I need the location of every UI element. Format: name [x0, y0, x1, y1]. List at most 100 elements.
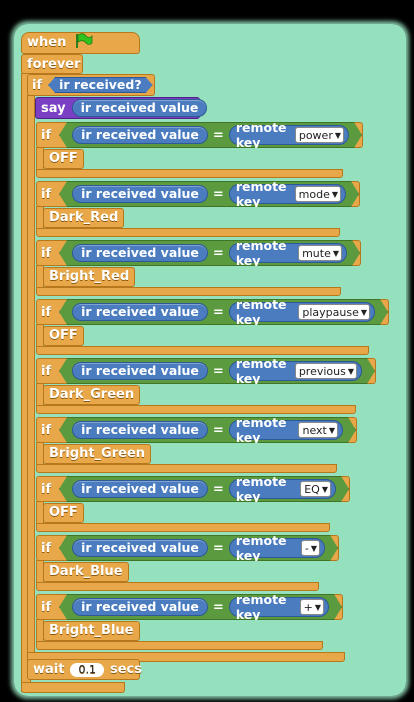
- remote-key-dropdown[interactable]: mute ▼: [298, 245, 342, 261]
- green-flag-icon: [75, 33, 93, 48]
- when-label: when: [27, 35, 67, 50]
- equals-sign: =: [212, 540, 224, 556]
- if-bottom-bar: [36, 523, 330, 532]
- remote-key-dropdown[interactable]: mode ▼: [295, 186, 341, 202]
- command-label: OFF: [49, 328, 78, 343]
- equals-operator[interactable]: ir received value = remote key EQ ▼: [59, 476, 349, 502]
- outer-if-label: if: [32, 77, 43, 93]
- if-bottom-bar: [36, 582, 319, 591]
- command-label: Bright_Green: [49, 446, 146, 461]
- if-block[interactable]: if ir received value = remote key playpa…: [36, 299, 389, 325]
- if-bottom-bar: [36, 228, 340, 237]
- set-color-command-block[interactable]: Dark_Red: [43, 208, 125, 228]
- ir-received-condition[interactable]: ir received?: [48, 77, 152, 93]
- if-label: if: [41, 304, 52, 320]
- equals-operator[interactable]: ir received value = remote key - ▼: [59, 535, 338, 561]
- remote-key-reporter[interactable]: remote key power ▼: [229, 125, 349, 145]
- if-label: if: [41, 363, 52, 379]
- remote-key-reporter[interactable]: remote key EQ ▼: [229, 479, 336, 499]
- equals-operator[interactable]: ir received value = remote key power ▼: [59, 122, 362, 148]
- if-block[interactable]: if ir received value = remote key mute ▼: [36, 240, 361, 266]
- remote-key-dropdown[interactable]: power ▼: [295, 127, 344, 143]
- if-block[interactable]: if ir received value = remote key next ▼: [36, 417, 357, 443]
- ir-received-value-reporter[interactable]: ir received value: [72, 303, 208, 321]
- dropdown-arrow-icon: ▼: [321, 484, 328, 494]
- command-label: Dark_Blue: [49, 564, 123, 579]
- secs-label: secs: [109, 661, 142, 677]
- if-label: if: [41, 599, 52, 615]
- wait-block[interactable]: wait 0.1 secs: [27, 659, 142, 680]
- set-color-command-block[interactable]: Bright_Blue: [43, 621, 140, 641]
- set-color-command-block[interactable]: Dark_Green: [43, 385, 141, 405]
- dropdown-arrow-icon: ▼: [314, 602, 321, 612]
- dropdown-arrow-icon: ▼: [347, 366, 354, 376]
- ir-received-value-reporter[interactable]: ir received value: [72, 185, 208, 203]
- ir-received-value-reporter[interactable]: ir received value: [72, 421, 208, 439]
- if-block[interactable]: if ir received value = remote key - ▼: [36, 535, 339, 561]
- say-block[interactable]: say ir received value: [35, 97, 208, 119]
- if-label: if: [41, 481, 52, 497]
- remote-key-reporter[interactable]: remote key previous ▼: [229, 361, 362, 381]
- outer-if-left-bar: [27, 95, 35, 661]
- equals-operator[interactable]: ir received value = remote key mute ▼: [59, 240, 360, 266]
- forever-label: forever: [27, 57, 81, 72]
- if-block[interactable]: if ir received value = remote key power …: [36, 122, 363, 148]
- command-label: Dark_Red: [49, 210, 119, 225]
- remote-key-reporter[interactable]: remote key mode ▼: [229, 184, 346, 204]
- ir-received-value-reporter[interactable]: ir received value: [72, 244, 208, 262]
- wait-label: wait: [33, 661, 65, 677]
- if-bottom-bar: [36, 405, 356, 414]
- if-bottom-bar: [36, 346, 369, 355]
- dropdown-arrow-icon: ▼: [328, 425, 335, 435]
- remote-key-dropdown[interactable]: previous ▼: [295, 363, 357, 379]
- if-label: if: [41, 540, 52, 556]
- if-block[interactable]: if ir received value = remote key mode ▼: [36, 181, 360, 207]
- remote-key-dropdown[interactable]: EQ ▼: [300, 481, 331, 497]
- command-label: OFF: [49, 151, 78, 166]
- dropdown-arrow-icon: ▼: [331, 189, 338, 199]
- ir-received-value-reporter[interactable]: ir received value: [71, 99, 208, 117]
- if-block[interactable]: if ir received value = remote key previo…: [36, 358, 376, 384]
- equals-sign: =: [212, 599, 224, 615]
- set-color-command-block[interactable]: Bright_Green: [43, 444, 152, 464]
- set-color-command-block[interactable]: Bright_Red: [43, 267, 136, 287]
- remote-key-reporter[interactable]: remote key next ▼: [229, 420, 343, 440]
- forever-block[interactable]: forever: [21, 54, 83, 74]
- equals-operator[interactable]: ir received value = remote key next ▼: [59, 417, 356, 443]
- equals-operator[interactable]: ir received value = remote key mode ▼: [59, 181, 359, 207]
- if-label: if: [41, 245, 52, 261]
- remote-key-dropdown[interactable]: playpause ▼: [298, 304, 370, 320]
- set-color-command-block[interactable]: Dark_Blue: [43, 562, 129, 582]
- if-block[interactable]: if ir received value = remote key EQ ▼: [36, 476, 350, 502]
- equals-sign: =: [212, 127, 224, 143]
- remote-key-reporter[interactable]: remote key playpause ▼: [229, 302, 375, 322]
- set-color-command-block[interactable]: OFF: [43, 503, 84, 523]
- remote-key-dropdown[interactable]: + ▼: [300, 599, 324, 615]
- ir-received-value-reporter[interactable]: ir received value: [72, 539, 208, 557]
- remote-key-reporter[interactable]: remote key mute ▼: [229, 243, 347, 263]
- set-color-command-block[interactable]: OFF: [43, 326, 84, 346]
- dropdown-arrow-icon: ▼: [360, 307, 367, 317]
- equals-operator[interactable]: ir received value = remote key + ▼: [59, 594, 342, 620]
- command-label: OFF: [49, 505, 78, 520]
- remote-key-dropdown[interactable]: next ▼: [298, 422, 338, 438]
- ir-received-value-reporter[interactable]: ir received value: [72, 126, 208, 144]
- if-block[interactable]: if ir received value = remote key + ▼: [36, 594, 343, 620]
- ir-received-value-reporter[interactable]: ir received value: [72, 362, 208, 380]
- remote-key-reporter[interactable]: remote key + ▼: [229, 597, 329, 617]
- if-bottom-bar: [36, 169, 343, 178]
- remote-key-dropdown[interactable]: - ▼: [301, 540, 320, 556]
- if-label: if: [41, 127, 52, 143]
- wait-seconds-input[interactable]: 0.1: [70, 662, 104, 677]
- equals-operator[interactable]: ir received value = remote key previous …: [59, 358, 375, 384]
- set-color-command-block[interactable]: OFF: [43, 149, 84, 169]
- equals-sign: =: [212, 304, 224, 320]
- when-flag-clicked-block[interactable]: when clicked: [21, 32, 140, 70]
- equals-sign: =: [212, 186, 224, 202]
- ir-received-value-reporter[interactable]: ir received value: [72, 598, 208, 616]
- equals-operator[interactable]: ir received value = remote key playpause…: [59, 299, 388, 325]
- remote-key-reporter[interactable]: remote key - ▼: [229, 538, 325, 558]
- outer-if-block[interactable]: if ir received?: [27, 74, 155, 96]
- forever-bottom-bar: [21, 682, 125, 693]
- ir-received-value-reporter[interactable]: ir received value: [72, 480, 208, 498]
